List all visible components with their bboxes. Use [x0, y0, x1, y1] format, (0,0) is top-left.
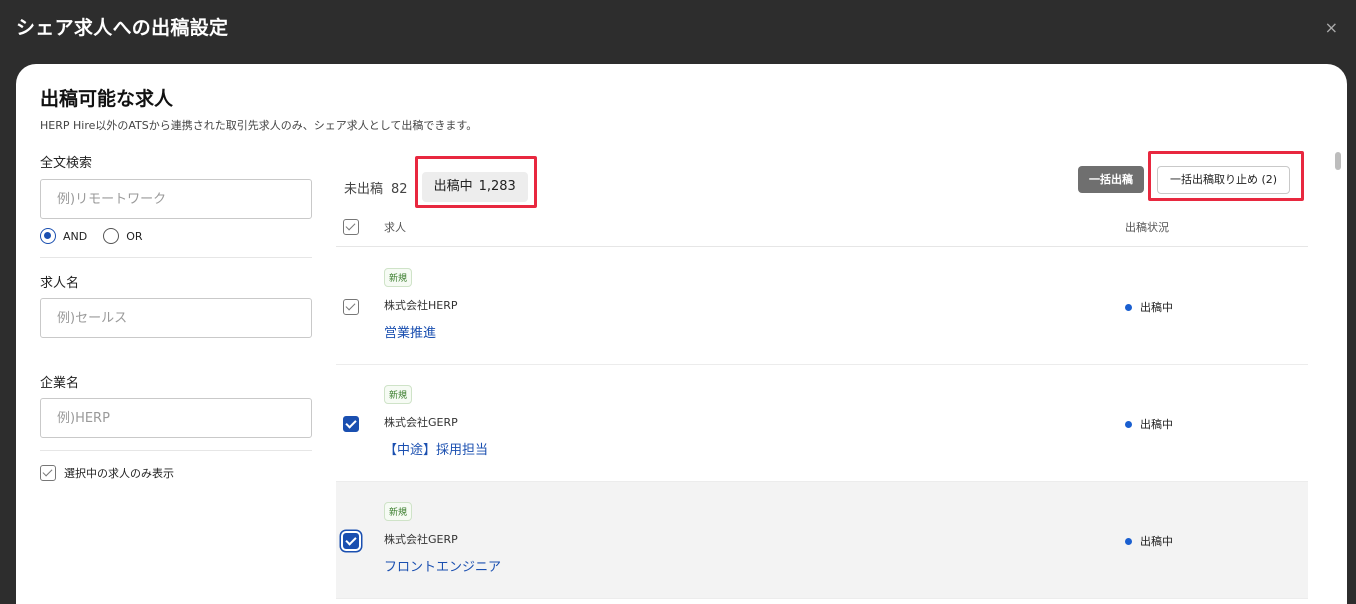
only-selected-checkbox[interactable]: [40, 465, 56, 481]
table-row: 新規 株式会社HERP 営業推進 出稿中: [336, 248, 1308, 365]
tab-unpublished-count: 82: [391, 181, 408, 197]
sheet-title: 出稿可能な求人: [40, 88, 174, 110]
tab-published-count: 1,283: [478, 179, 516, 194]
table-row: 新規 株式会社GERP 【中途】採用担当 出稿中: [336, 365, 1308, 482]
status-dot-icon: [1125, 420, 1132, 428]
status-tabs: 未出稿 82 出稿中 1,283: [344, 172, 528, 202]
publish-status-label: 出稿中: [1140, 535, 1173, 548]
row-checkbox[interactable]: [343, 299, 359, 315]
or-radio[interactable]: [103, 228, 120, 244]
and-radio[interactable]: [40, 228, 56, 244]
job-title-link[interactable]: 営業推進: [384, 322, 436, 341]
new-badge: 新規: [384, 502, 413, 521]
row-checkbox[interactable]: [343, 416, 359, 432]
select-all-checkbox[interactable]: [343, 219, 359, 235]
company-name-label: 企業名: [40, 376, 80, 391]
new-badge: 新規: [384, 268, 413, 287]
table-header: 求人 出稿状況: [336, 212, 1308, 247]
status-dot-icon: [1125, 537, 1132, 545]
job-name-label: 求人名: [40, 276, 80, 291]
status-dot-icon: [1125, 303, 1132, 311]
fulltext-label: 全文検索: [40, 156, 93, 171]
modal-sheet: 出稿可能な求人 HERP Hire以外のATSから連携された取引先求人のみ、シェ…: [16, 64, 1347, 604]
or-radio-label: OR: [126, 229, 143, 243]
only-selected-label: 選択中の求人のみ表示: [64, 467, 174, 480]
company-name: 株式会社GERP: [384, 533, 458, 546]
fulltext-search-input[interactable]: [40, 179, 312, 219]
modal-title: シェア求人への出稿設定: [16, 17, 229, 39]
tab-published[interactable]: 出稿中 1,283: [421, 172, 528, 202]
modal-header: シェア求人への出稿設定 ×: [0, 0, 1356, 56]
publish-status: 出稿中: [1125, 533, 1173, 549]
scrollbar[interactable]: [1335, 150, 1341, 604]
tab-unpublished-label: 未出稿: [344, 181, 384, 197]
company-name: 株式会社HERP: [384, 299, 458, 312]
publish-status-label: 出稿中: [1140, 301, 1173, 314]
new-badge: 新規: [384, 385, 413, 404]
company-name: 株式会社GERP: [384, 416, 458, 429]
filter-divider: [40, 450, 312, 451]
row-checkbox[interactable]: [343, 533, 359, 549]
job-name-input[interactable]: [40, 298, 312, 338]
bulk-unpublish-button[interactable]: 一括出稿取り止め (2): [1157, 166, 1291, 194]
table-row: 新規 株式会社GERP フロントエンジニア 出稿中: [336, 482, 1308, 599]
publish-status: 出稿中: [1125, 416, 1173, 432]
publish-status-label: 出稿中: [1140, 418, 1173, 431]
match-mode-group: AND OR: [40, 228, 143, 244]
company-name-input[interactable]: [40, 398, 312, 438]
scrollbar-thumb[interactable]: [1335, 152, 1341, 170]
bulk-publish-button[interactable]: 一括出稿: [1078, 166, 1144, 193]
sheet-description: HERP Hire以外のATSから連携された取引先求人のみ、シェア求人として出稿…: [40, 119, 478, 132]
only-selected-filter: 選択中の求人のみ表示: [40, 465, 174, 481]
close-icon[interactable]: ×: [1325, 18, 1338, 38]
filter-divider: [40, 257, 312, 258]
job-title-link[interactable]: 【中途】採用担当: [384, 439, 488, 458]
header-job: 求人: [384, 221, 406, 234]
tab-unpublished[interactable]: 未出稿 82: [344, 178, 408, 197]
publish-status: 出稿中: [1125, 299, 1173, 315]
header-status: 出稿状況: [1125, 221, 1169, 234]
and-radio-label: AND: [63, 229, 88, 243]
job-title-link[interactable]: フロントエンジニア: [384, 556, 501, 575]
tab-published-label: 出稿中: [433, 179, 473, 194]
